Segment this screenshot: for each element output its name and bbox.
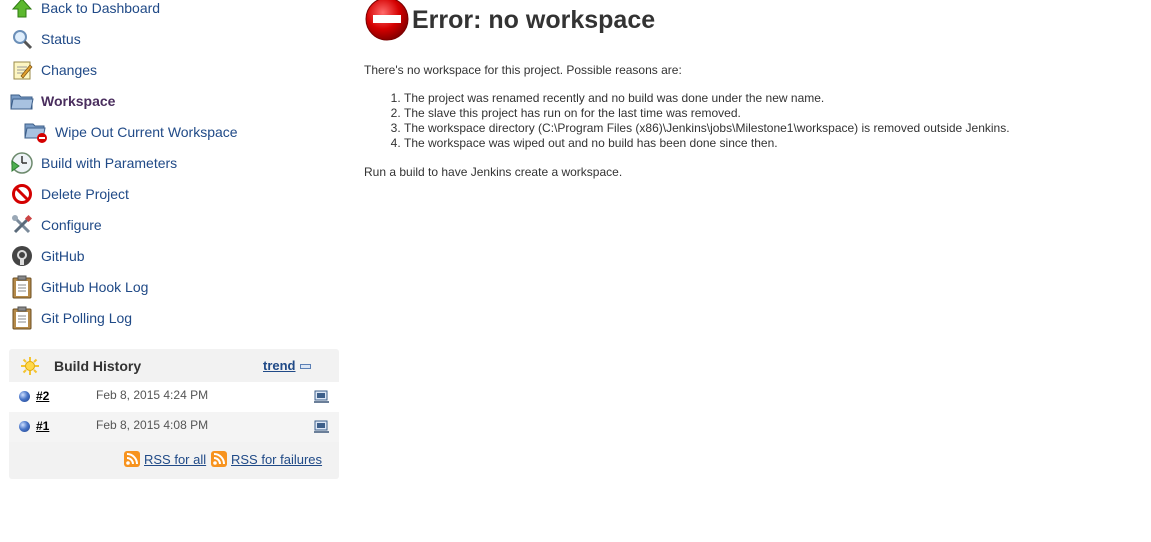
- sidebar-item-wipe-out-workspace[interactable]: Wipe Out Current Workspace: [10, 116, 340, 147]
- sidebar-item-label: Configure: [41, 216, 102, 233]
- build-history-panel: Build History trend #2 Feb 8, 2015 4:24 …: [9, 349, 339, 479]
- build-status-ball-icon: [19, 391, 30, 402]
- clipboard-icon: [10, 275, 34, 299]
- sidebar-item-label: Status: [41, 30, 81, 47]
- rss-icon: [124, 451, 140, 467]
- sidebar-item-label: Delete Project: [41, 185, 129, 202]
- rss-all-link[interactable]: RSS for all: [124, 451, 206, 467]
- folder-icon: [10, 89, 34, 113]
- page-title: Error: no workspace: [412, 5, 656, 34]
- rss-failures-label: RSS for failures: [231, 451, 323, 467]
- rss-icon: [211, 451, 227, 467]
- wrench-screwdriver-icon: [10, 213, 34, 237]
- sidebar-item-git-polling-log[interactable]: Git Polling Log: [10, 302, 340, 333]
- build-row: #2 Feb 8, 2015 4:24 PM: [9, 382, 339, 412]
- list-item: The slave this project has run on for th…: [404, 106, 1144, 121]
- sidebar-tasks: Back to Dashboard Status Changes Workspa…: [10, 0, 340, 333]
- build-number-link[interactable]: #1: [36, 419, 49, 433]
- sidebar-item-label: Changes: [41, 61, 98, 78]
- build-status-ball-icon: [19, 421, 30, 432]
- list-item: The workspace directory (C:\Program File…: [404, 121, 1144, 136]
- build-number-link[interactable]: #2: [36, 389, 49, 403]
- footer-text: Run a build to have Jenkins create a wor…: [364, 165, 623, 179]
- sidebar-item-label: Build with Parameters: [41, 154, 178, 171]
- build-date: Feb 8, 2015 4:08 PM: [96, 418, 209, 432]
- build-history-footer: RSS for all RSS for failures: [9, 442, 339, 478]
- trend-link[interactable]: trend: [263, 358, 296, 373]
- sidebar-item-build-with-parameters[interactable]: Build with Parameters: [10, 147, 340, 178]
- console-output-icon[interactable]: [314, 390, 329, 404]
- sidebar-item-label: Back to Dashboard: [41, 0, 161, 16]
- rss-all-label: RSS for all: [144, 451, 207, 467]
- sidebar-item-delete-project[interactable]: Delete Project: [10, 178, 340, 209]
- reasons-list: The project was renamed recently and no …: [364, 91, 1144, 151]
- list-item: The workspace was wiped out and no build…: [404, 136, 1144, 151]
- notepad-icon: [10, 58, 34, 82]
- build-row: #1 Feb 8, 2015 4:08 PM: [9, 412, 339, 442]
- sidebar-item-label: Workspace: [41, 92, 116, 109]
- sidebar-item-github[interactable]: GitHub: [10, 240, 340, 271]
- main-content: Error: no workspace There's no workspace…: [364, 0, 1144, 179]
- sidebar-item-label: GitHub: [41, 247, 85, 264]
- sidebar-item-configure[interactable]: Configure: [10, 209, 340, 240]
- collapse-icon[interactable]: [300, 364, 311, 369]
- clipboard-icon: [10, 306, 34, 330]
- magnifier-icon: [10, 27, 34, 51]
- clock-play-icon: [10, 151, 34, 175]
- build-history-title: Build History: [54, 357, 142, 374]
- sidebar-item-label: Wipe Out Current Workspace: [55, 123, 238, 140]
- error-header: Error: no workspace: [364, 0, 1144, 41]
- console-output-icon[interactable]: [314, 420, 329, 434]
- build-date: Feb 8, 2015 4:24 PM: [96, 388, 209, 402]
- no-entry-icon: [10, 182, 34, 206]
- sidebar-item-changes[interactable]: Changes: [10, 54, 340, 85]
- sidebar-item-label: Git Polling Log: [41, 309, 133, 326]
- sidebar-item-github-hook-log[interactable]: GitHub Hook Log: [10, 271, 340, 302]
- up-arrow-icon: [10, 0, 34, 20]
- rss-failures-link[interactable]: RSS for failures: [211, 451, 322, 467]
- sidebar-item-back-to-dashboard[interactable]: Back to Dashboard: [10, 0, 340, 23]
- folder-delete-icon: [24, 120, 48, 144]
- sidebar-item-workspace[interactable]: Workspace: [10, 85, 340, 116]
- sidebar-item-status[interactable]: Status: [10, 23, 340, 54]
- github-icon: [10, 244, 34, 268]
- list-item: The project was renamed recently and no …: [404, 91, 1144, 106]
- weather-sunny-icon: [19, 355, 41, 377]
- build-history-header: Build History trend: [9, 349, 339, 382]
- sidebar-item-label: GitHub Hook Log: [41, 278, 149, 295]
- intro-text: There's no workspace for this project. P…: [364, 63, 682, 77]
- error-stop-icon: [364, 0, 410, 42]
